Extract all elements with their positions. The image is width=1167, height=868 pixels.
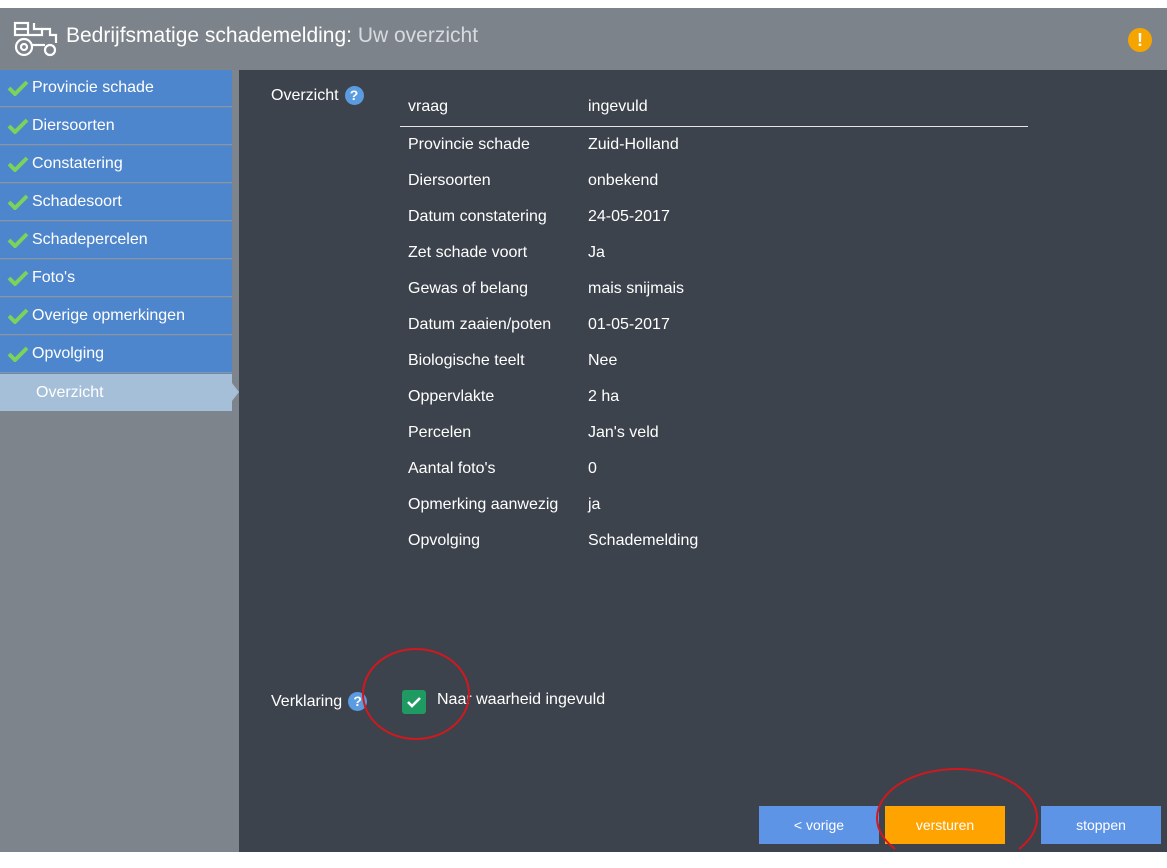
checkmark-icon: [7, 346, 29, 362]
title-main: Bedrijfsmatige schademelding:: [66, 24, 352, 47]
sidebar-item-label: Foto's: [32, 269, 76, 286]
question-cell: Datum constatering: [408, 208, 547, 225]
answer-cell: onbekend: [588, 172, 659, 189]
overview-label-text: Overzicht: [271, 86, 339, 104]
table-row: Oppervlakte 2 ha: [400, 379, 1028, 415]
sidebar-item-label: Schadesoort: [32, 193, 122, 210]
sidebar-item-schadesoort[interactable]: Schadesoort: [0, 184, 232, 221]
sidebar: Provincie schade Diersoorten Constaterin…: [0, 70, 239, 852]
question-cell: Datum zaaien/poten: [408, 316, 552, 333]
column-header-vraag: vraag: [400, 88, 580, 127]
table-row: Gewas of belang mais snijmais: [400, 271, 1028, 307]
sidebar-item-label: Diersoorten: [32, 117, 115, 134]
answer-cell: Schademelding: [588, 532, 699, 549]
checkmark-icon: [7, 270, 29, 286]
answer-cell: 24-05-2017: [588, 208, 670, 225]
answer-cell: Ja: [588, 244, 605, 261]
answer-cell: Zuid-Holland: [588, 136, 679, 153]
page-title: Bedrijfsmatige schademelding: Uw overzic…: [66, 22, 478, 50]
app-window: Bedrijfsmatige schademelding: Uw overzic…: [0, 8, 1167, 868]
answer-cell: 01-05-2017: [588, 316, 670, 333]
checkmark-icon: [7, 80, 29, 96]
table-row: Opmerking aanwezig ja: [400, 487, 1028, 523]
title-subtitle: Uw overzicht: [357, 24, 479, 47]
checkmark-icon: [7, 194, 29, 210]
sidebar-item-fotos[interactable]: Foto's: [0, 260, 232, 297]
answer-cell: 0: [588, 460, 597, 477]
sidebar-item-schadepercelen[interactable]: Schadepercelen: [0, 222, 232, 259]
declaration-checkbox-label[interactable]: Naar waarheid ingevuld: [437, 691, 605, 709]
question-cell: Zet schade voort: [408, 244, 528, 261]
warning-icon[interactable]: !: [1128, 28, 1152, 52]
declaration-checkbox[interactable]: [402, 690, 426, 714]
declaration-label: Verklaring ?: [271, 692, 368, 711]
checkmark-icon: [7, 232, 29, 248]
question-cell: Provincie schade: [408, 136, 530, 153]
sidebar-item-label: Opvolging: [32, 345, 105, 362]
question-cell: Percelen: [408, 424, 472, 441]
table-row: Percelen Jan's veld: [400, 415, 1028, 451]
table-row: Opvolging Schademelding: [400, 523, 1028, 559]
stop-button[interactable]: stoppen: [1041, 806, 1161, 844]
table-row: Aantal foto's 0: [400, 451, 1028, 487]
checkmark-icon: [7, 118, 29, 134]
answer-cell: 2 ha: [588, 388, 620, 405]
sidebar-item-label: Provincie schade: [32, 79, 154, 96]
header-bar: Bedrijfsmatige schademelding: Uw overzic…: [0, 8, 1167, 70]
column-header-ingevuld: ingevuld: [580, 88, 1028, 127]
send-button[interactable]: versturen: [885, 806, 1005, 844]
question-cell: Aantal foto's: [408, 460, 496, 477]
table-row: Provincie schade Zuid-Holland: [400, 127, 1028, 164]
sidebar-item-diersoorten[interactable]: Diersoorten: [0, 108, 232, 145]
help-icon[interactable]: ?: [348, 692, 368, 711]
checkmark-icon: [7, 156, 29, 172]
checkmark-icon: [407, 697, 421, 708]
question-cell: Oppervlakte: [408, 388, 495, 405]
sidebar-item-constatering[interactable]: Constatering: [0, 146, 232, 183]
question-cell: Opmerking aanwezig: [408, 496, 559, 513]
sidebar-item-opvolging[interactable]: Opvolging: [0, 336, 232, 373]
question-cell: Gewas of belang: [408, 280, 529, 297]
sidebar-item-overzicht[interactable]: Overzicht: [0, 374, 239, 411]
question-cell: Opvolging: [408, 532, 481, 549]
checkmark-icon: [7, 308, 29, 324]
table-row: Zet schade voort Ja: [400, 235, 1028, 271]
tractor-icon: [13, 21, 58, 57]
question-cell: Diersoorten: [408, 172, 491, 189]
answer-cell: ja: [588, 496, 601, 513]
sidebar-item-provincie-schade[interactable]: Provincie schade: [0, 70, 232, 107]
answer-cell: Jan's veld: [588, 424, 659, 441]
table-row: Biologische teelt Nee: [400, 343, 1028, 379]
declaration-label-text: Verklaring: [271, 692, 343, 710]
help-icon[interactable]: ?: [344, 86, 364, 105]
sidebar-item-label: Schadepercelen: [32, 231, 148, 248]
table-row: Datum zaaien/poten 01-05-2017: [400, 307, 1028, 343]
sidebar-item-label: Overzicht: [36, 383, 104, 401]
previous-button[interactable]: < vorige: [759, 806, 879, 844]
answer-cell: mais snijmais: [588, 280, 685, 297]
table-row: Datum constatering 24-05-2017: [400, 199, 1028, 235]
sidebar-item-label: Constatering: [32, 155, 123, 172]
question-cell: Biologische teelt: [408, 352, 525, 369]
sidebar-item-overige-opmerkingen[interactable]: Overige opmerkingen: [0, 298, 232, 335]
overview-label: Overzicht ?: [271, 86, 364, 105]
overview-table: vraag ingevuld Provincie schade Zuid-Holl…: [400, 88, 1028, 559]
sidebar-item-label: Overige opmerkingen: [32, 307, 185, 324]
table-header-row: vraag ingevuld: [400, 88, 1028, 127]
answer-cell: Nee: [588, 352, 618, 369]
table-row: Diersoorten onbekend: [400, 163, 1028, 199]
